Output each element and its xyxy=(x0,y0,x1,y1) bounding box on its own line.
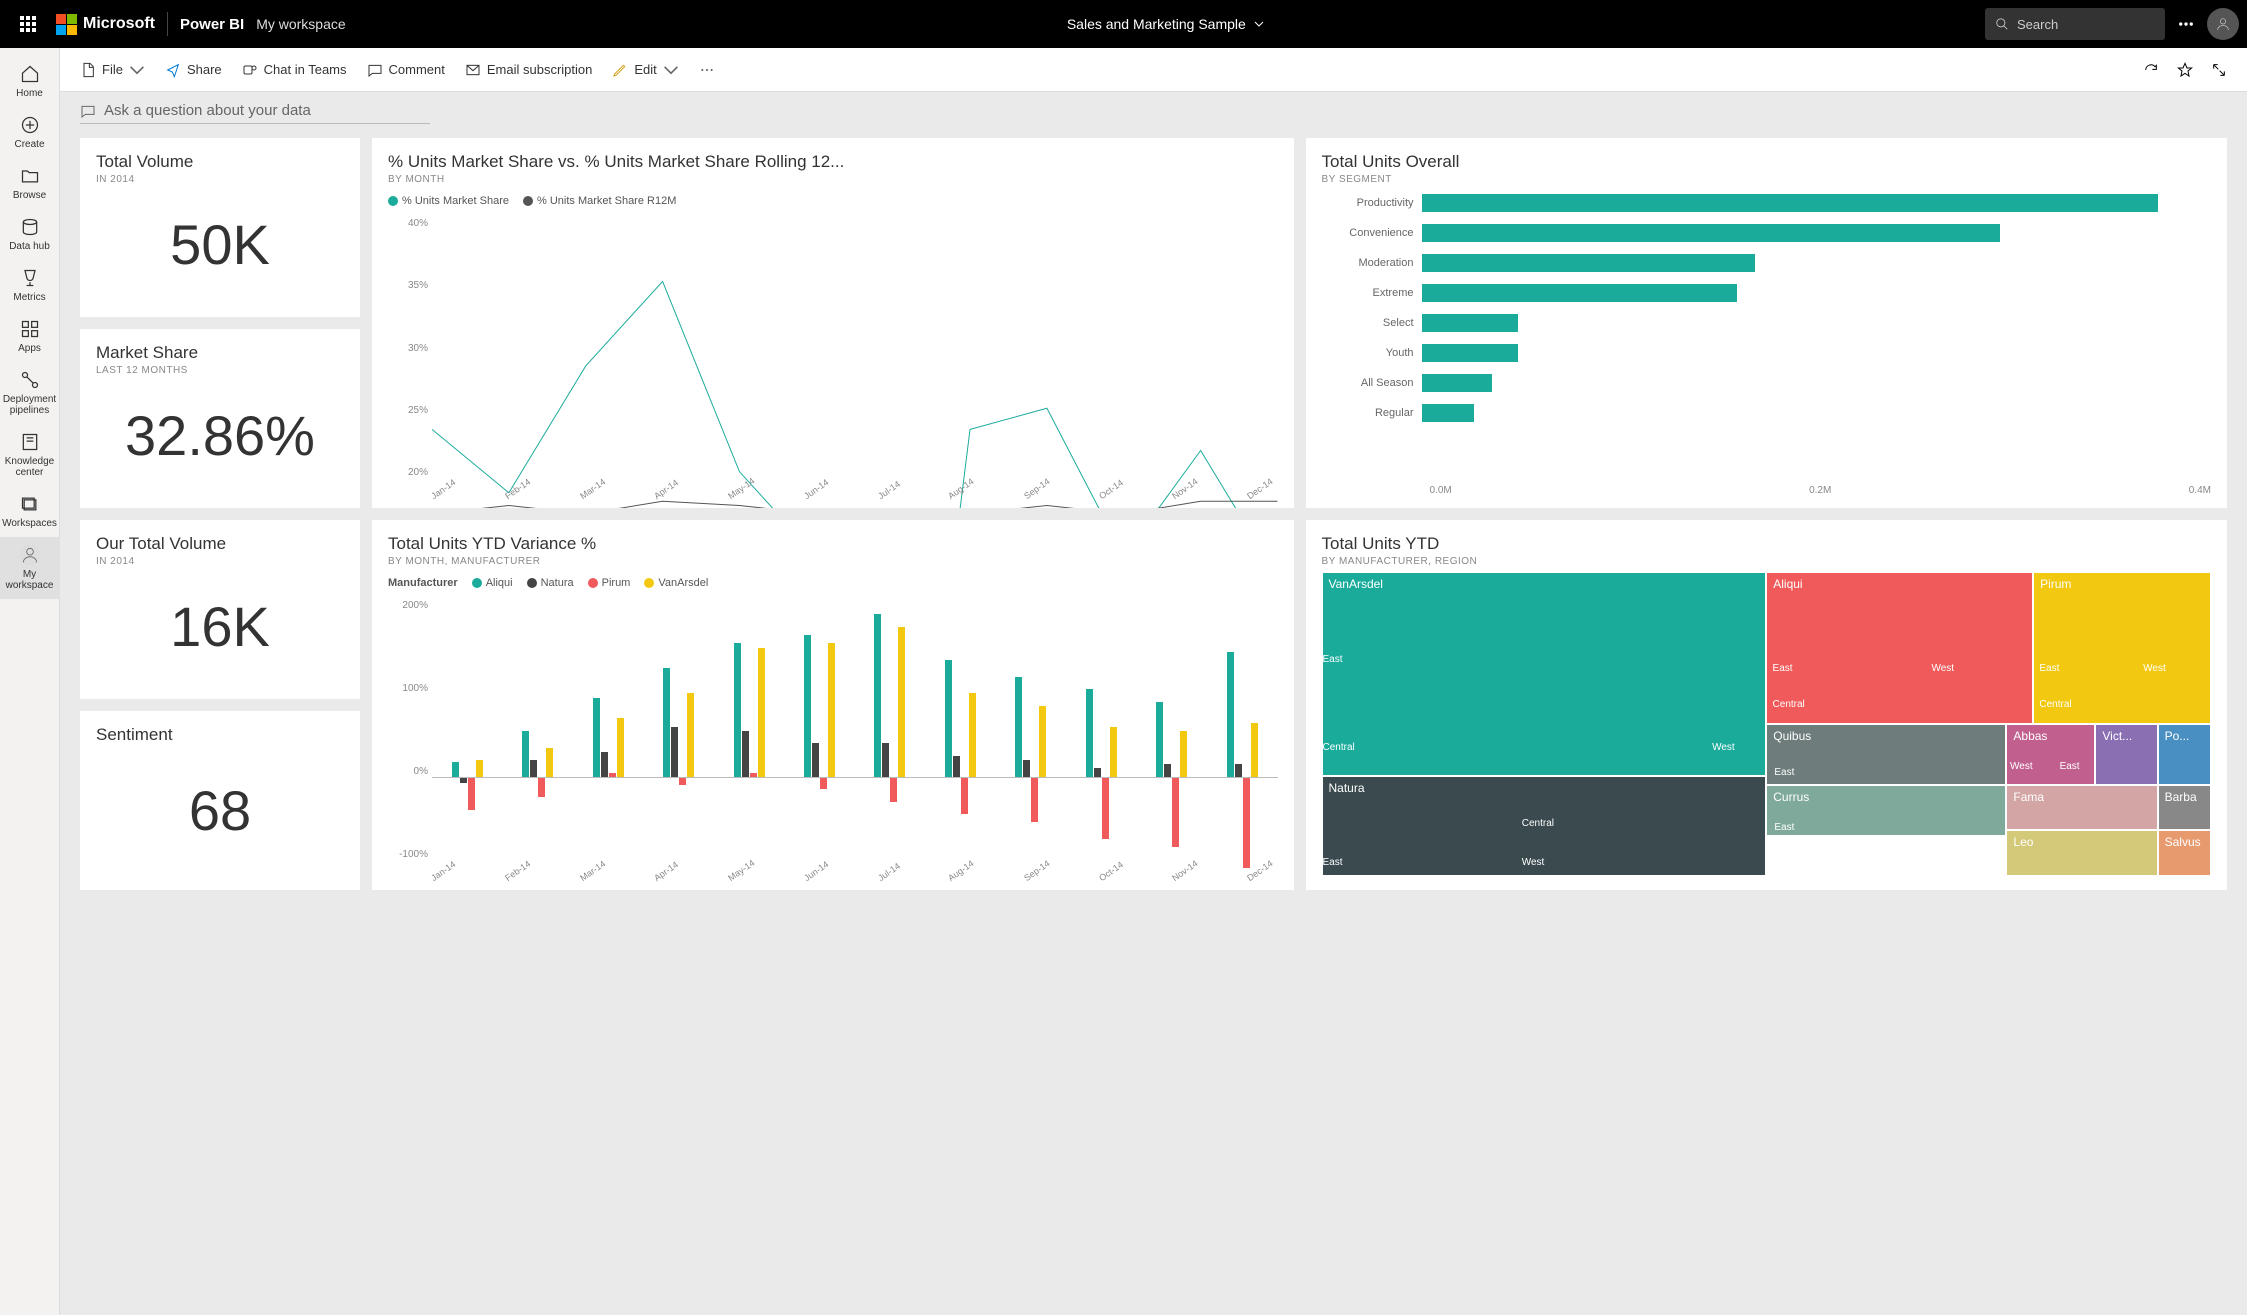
kpi-our-volume[interactable]: Our Total Volume IN 2014 16K xyxy=(80,520,360,699)
microsoft-logo: Microsoft xyxy=(56,14,155,35)
kpi-total-volume[interactable]: Total Volume IN 2014 50K xyxy=(80,138,360,317)
star-icon[interactable] xyxy=(2177,62,2193,78)
nav-knowledge[interactable]: Knowledge center xyxy=(0,424,60,486)
search-icon xyxy=(1995,17,2009,31)
chevron-down-icon xyxy=(1254,19,1264,29)
nav-apps[interactable]: Apps xyxy=(0,311,60,362)
chat-teams-button[interactable]: Chat in Teams xyxy=(242,62,347,78)
email-subscription-button[interactable]: Email subscription xyxy=(465,62,593,78)
chevron-down-icon xyxy=(663,62,679,78)
search-input[interactable]: Search xyxy=(1985,8,2165,40)
treemap-cell[interactable]: PirumEastWestCentral xyxy=(2033,572,2211,724)
nav-browse[interactable]: Browse xyxy=(0,158,60,209)
treemap-cell[interactable]: Salvus xyxy=(2158,830,2211,876)
treemap-cell[interactable]: Vict... xyxy=(2095,724,2157,785)
qa-input[interactable]: Ask a question about your data xyxy=(80,102,430,124)
file-menu[interactable]: File xyxy=(80,62,145,78)
treemap-cell[interactable]: Leo xyxy=(2006,830,2157,876)
workspace-crumb[interactable]: My workspace xyxy=(256,16,345,32)
fullscreen-icon[interactable] xyxy=(2211,62,2227,78)
nav-create[interactable]: Create xyxy=(0,107,60,158)
ellipsis-icon xyxy=(699,62,715,78)
teams-icon xyxy=(242,62,258,78)
treemap-cell[interactable]: QuibusEast xyxy=(1766,724,2006,785)
chart-market-share-line[interactable]: % Units Market Share vs. % Units Market … xyxy=(372,138,1294,508)
comment-icon xyxy=(80,103,96,119)
treemap-cell[interactable]: AbbasWestEast xyxy=(2006,724,2095,785)
nav-datahub[interactable]: Data hub xyxy=(0,209,60,260)
mail-icon xyxy=(465,62,481,78)
treemap-cell[interactable]: NaturaEastCentralWest xyxy=(1322,776,1767,876)
kpi-market-share[interactable]: Market Share LAST 12 MONTHS 32.86% xyxy=(80,329,360,508)
treemap-cell[interactable]: VanArsdelEastCentralWest xyxy=(1322,572,1767,776)
treemap-cell[interactable]: Po... xyxy=(2158,724,2211,785)
comment-button[interactable]: Comment xyxy=(367,62,445,78)
nav-myws[interactable]: My workspace xyxy=(0,537,60,599)
comment-icon xyxy=(367,62,383,78)
chevron-down-icon xyxy=(129,62,145,78)
chart-treemap[interactable]: Total Units YTD BY MANUFACTURER, REGION … xyxy=(1306,520,2228,890)
chart-units-by-segment[interactable]: Total Units Overall BY SEGMENT Productiv… xyxy=(1306,138,2228,508)
treemap-cell[interactable]: Barba xyxy=(2158,785,2211,831)
more-actions[interactable] xyxy=(699,62,715,78)
share-icon xyxy=(165,62,181,78)
user-avatar[interactable] xyxy=(2207,8,2239,40)
nav-metrics[interactable]: Metrics xyxy=(0,260,60,311)
edit-menu[interactable]: Edit xyxy=(612,62,678,78)
kpi-sentiment[interactable]: Sentiment 68 xyxy=(80,711,360,890)
left-nav: HomeCreateBrowseData hubMetricsAppsDeplo… xyxy=(0,48,60,1315)
product-name: Power BI xyxy=(180,16,244,33)
chart-ytd-variance[interactable]: Total Units YTD Variance % BY MONTH, MAN… xyxy=(372,520,1294,890)
nav-pipelines[interactable]: Deployment pipelines xyxy=(0,362,60,424)
refresh-icon[interactable] xyxy=(2143,62,2159,78)
more-icon[interactable] xyxy=(2177,15,2195,33)
nav-workspaces[interactable]: Workspaces xyxy=(0,486,60,537)
app-launcher[interactable] xyxy=(8,0,48,48)
treemap-cell[interactable]: AliquiEastWestCentral xyxy=(1766,572,2033,724)
action-toolbar: File Share Chat in Teams Comment Email s… xyxy=(60,48,2247,92)
treemap-cell[interactable]: CurrusEastWest xyxy=(1766,785,2006,837)
file-icon xyxy=(80,62,96,78)
report-title-dropdown[interactable]: Sales and Marketing Sample xyxy=(1067,16,1264,32)
pencil-icon xyxy=(612,62,628,78)
nav-home[interactable]: Home xyxy=(0,56,60,107)
share-button[interactable]: Share xyxy=(165,62,222,78)
treemap-cell[interactable]: Fama xyxy=(2006,785,2157,831)
